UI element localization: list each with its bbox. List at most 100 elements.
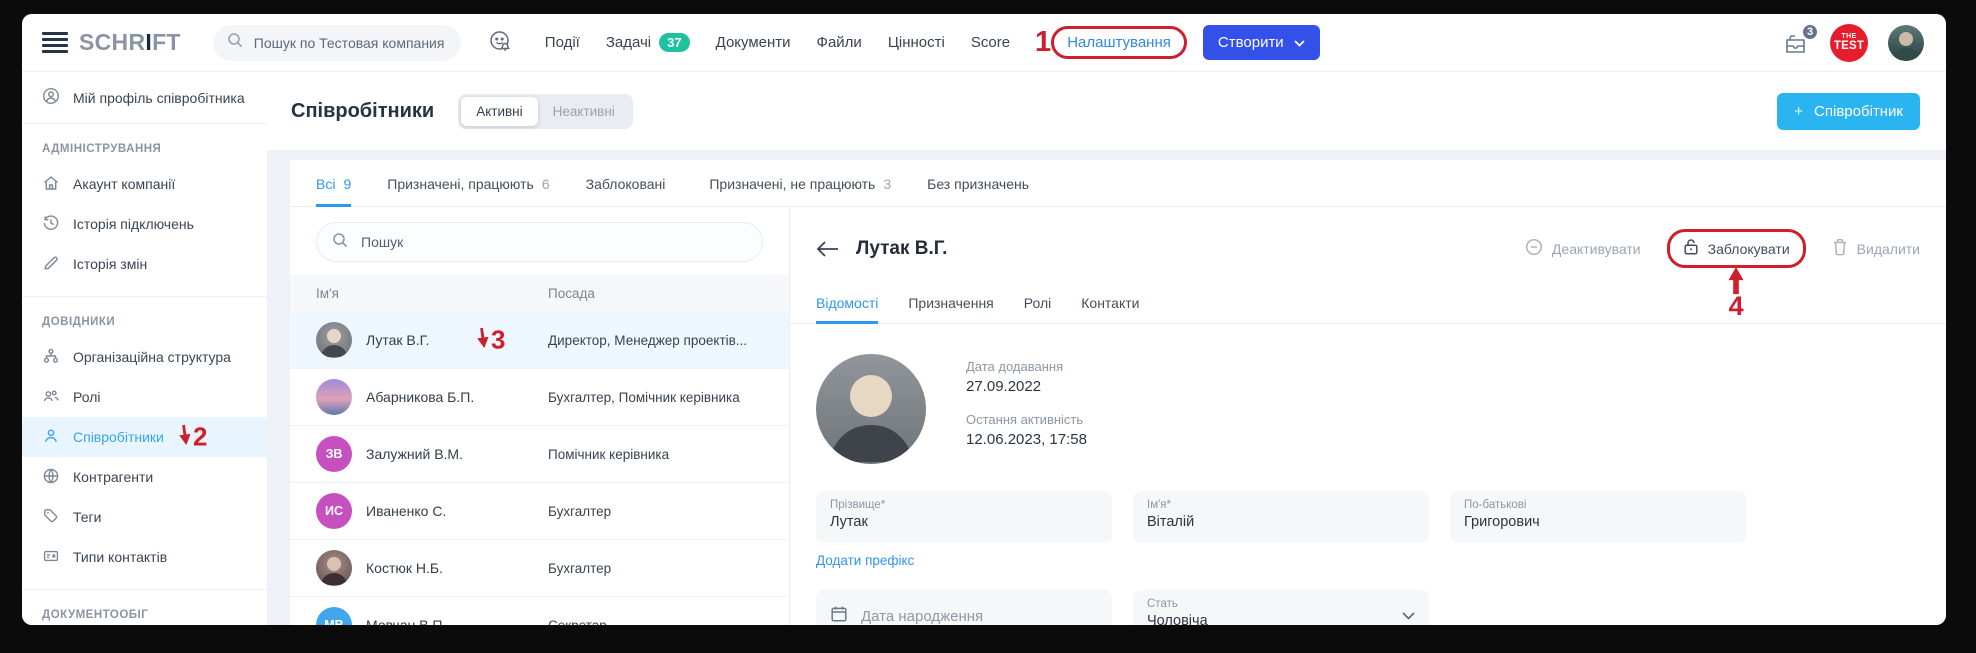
sidebar-item-org-structure[interactable]: Організаційна структура [22, 337, 267, 377]
user-avatar[interactable] [1888, 25, 1924, 61]
screenshot-root: { "colors": { "accent_blue": "#2e97ee", … [0, 0, 1976, 653]
delete-button[interactable]: Видалити [1832, 238, 1920, 259]
nav-item-events[interactable]: Події [545, 34, 580, 51]
table-row-abarnykova[interactable]: Абарникова Б.П. Бухгалтер, Помічник кері… [290, 369, 789, 426]
calendar-icon [830, 605, 848, 625]
last-activity-label: Остання активність [966, 412, 1087, 427]
nav-item-score[interactable]: Score [971, 34, 1010, 51]
inbox-tray-button[interactable]: 3 [1783, 31, 1810, 55]
global-search-input[interactable] [252, 34, 447, 52]
tray-count-badge: 3 [1801, 23, 1819, 41]
table-row-kostiuk[interactable]: Костюк Н.Б. Бухгалтер [290, 540, 789, 597]
annotation-number-1: 1 [1035, 28, 1051, 57]
tab-blocked[interactable]: Заблоковані [586, 160, 674, 207]
create-button[interactable]: Створити [1203, 25, 1320, 60]
table-row-ivanenko[interactable]: ИС Иваненко С. Бухгалтер [290, 483, 789, 540]
back-arrow-button[interactable] [816, 240, 840, 258]
employee-photo [816, 354, 926, 464]
firstname-field[interactable]: Ім'я* Віталій [1133, 491, 1429, 543]
toggle-inactive-button[interactable]: Неактивні [538, 97, 630, 126]
tab-roles[interactable]: Ролі [1024, 283, 1051, 324]
pencil-icon [42, 254, 60, 275]
toggle-active-button[interactable]: Активні [461, 97, 537, 126]
tab-details[interactable]: Відомості [816, 283, 878, 324]
sidebar-item-employees[interactable]: Співробітники 2 [22, 417, 267, 457]
employee-detail-pane: Лутак В.Г. Деактивувати [790, 207, 1946, 625]
lastname-field[interactable]: Прізвище* Лутак [816, 491, 1112, 543]
employee-search[interactable] [316, 222, 763, 262]
sidebar-item-company-account[interactable]: Акаунт компанії [22, 164, 267, 204]
last-activity-value: 12.06.2023, 17:58 [966, 431, 1087, 448]
avatar [316, 550, 352, 586]
table-header: Ім'я Посада [290, 275, 789, 312]
nav-item-files[interactable]: Файли [817, 34, 862, 51]
sidebar-item-change-history[interactable]: Історія змін [22, 244, 267, 284]
avatar [316, 379, 352, 415]
add-employee-button[interactable]: + Співробітник [1777, 93, 1920, 130]
tab-assigned-working[interactable]: Призначені, працюють6 [387, 160, 549, 207]
sidebar-item-tags[interactable]: Теги [22, 497, 267, 537]
search-icon [332, 232, 348, 253]
tasks-count-badge: 37 [659, 33, 689, 52]
global-search[interactable] [213, 25, 461, 61]
employee-meta: Дата додавання 27.09.2022 Остання активн… [966, 354, 1087, 464]
org-structure-icon [42, 347, 60, 368]
app-window: SCHRIFT Події Задачі37 Документи Файли Ц… [22, 14, 1946, 625]
hamburger-menu-icon[interactable] [42, 32, 68, 53]
nav-item-settings[interactable]: Налаштування [1051, 26, 1187, 59]
tab-assigned-not-working[interactable]: Призначені, не працюють3 [709, 160, 891, 207]
app-logo: SCHRIFT [79, 29, 181, 56]
employee-rows: Лутак В.Г. 3 Директор, Менеджер проектів… [290, 312, 789, 625]
tab-contacts[interactable]: Контакти [1081, 283, 1139, 324]
add-prefix-link[interactable]: Додати префікс [816, 553, 914, 568]
section-title-docflow: ДОКУМЕНТООБІГ [22, 590, 267, 625]
avatar [316, 322, 352, 358]
lock-icon [1683, 238, 1699, 259]
block-button[interactable]: Заблокувати 4 [1667, 229, 1806, 268]
page-header: Співробітники Активні Неактивні + Співро… [267, 72, 1946, 150]
annotation-arrow-3: 3 [476, 326, 505, 352]
table-row-zaluzhnyi[interactable]: ЗВ Залужний В.М. Помічник керівника [290, 426, 789, 483]
column-header-name: Ім'я [316, 286, 548, 301]
user-circle-icon [42, 87, 60, 108]
detail-header: Лутак В.Г. Деактивувати [790, 207, 1946, 268]
people-group-icon [42, 387, 60, 408]
tab-all[interactable]: Всі9 [316, 160, 351, 207]
person-icon [42, 427, 60, 448]
chevron-down-icon [1402, 607, 1415, 625]
sidebar-item-my-profile[interactable]: Мій профіль співробітника [22, 72, 267, 124]
nav-links: Події Задачі37 Документи Файли Цінності … [532, 26, 1187, 59]
tab-assignments[interactable]: Призначення [908, 283, 993, 324]
nav-item-values[interactable]: Цінності [888, 34, 945, 51]
chevron-down-icon [1294, 34, 1305, 51]
nav-item-tasks[interactable]: Задачі37 [606, 33, 690, 52]
plus-icon: + [1794, 103, 1803, 120]
sidebar-item-connection-history[interactable]: Історія підключень [22, 204, 267, 244]
filter-tabs: Всі9 Призначені, працюють6 Заблоковані П… [290, 160, 1946, 207]
birthdate-field[interactable]: Дата народження [816, 590, 1112, 625]
table-row-movchan[interactable]: МВ Мовчан В.П. Секретар [290, 597, 789, 625]
page-title: Співробітники [291, 100, 434, 123]
sidebar-item-counterparties[interactable]: Контрагенти [22, 457, 267, 497]
deactivate-button[interactable]: Деактивувати [1525, 238, 1641, 259]
table-row-lutak[interactable]: Лутак В.Г. 3 Директор, Менеджер проектів… [290, 312, 789, 369]
tab-unassigned[interactable]: Без призначень [927, 160, 1037, 207]
sidebar-item-roles[interactable]: Ролі [22, 377, 267, 417]
added-date-label: Дата додавання [966, 359, 1087, 374]
main-area: Співробітники Активні Неактивні + Співро… [267, 72, 1946, 625]
minus-circle-icon [1525, 238, 1543, 259]
sidebar-item-contact-types[interactable]: Типи контактів [22, 537, 267, 577]
company-brand-badge: THETEST [1830, 24, 1868, 62]
column-header-position: Посада [548, 286, 789, 301]
employee-list-pane: Ім'я Посада Лутак В.Г. 3 [290, 207, 790, 625]
nav-item-documents[interactable]: Документи [716, 34, 791, 51]
added-date-value: 27.09.2022 [966, 378, 1087, 395]
middlename-field[interactable]: По-батькові Григорович [1450, 491, 1746, 543]
content-card: Всі9 Призначені, працюють6 Заблоковані П… [290, 160, 1946, 625]
section-title-directories: ДОВІДНИКИ [22, 297, 267, 337]
top-navbar: SCHRIFT Події Задачі37 Документи Файли Ц… [22, 14, 1946, 72]
detail-tabs: Відомості Призначення Ролі Контакти [790, 283, 1946, 324]
gender-select[interactable]: Стать Чоловіча [1133, 590, 1429, 625]
employee-search-input[interactable] [359, 233, 747, 251]
feedback-smiley-bell-icon[interactable] [487, 29, 514, 56]
